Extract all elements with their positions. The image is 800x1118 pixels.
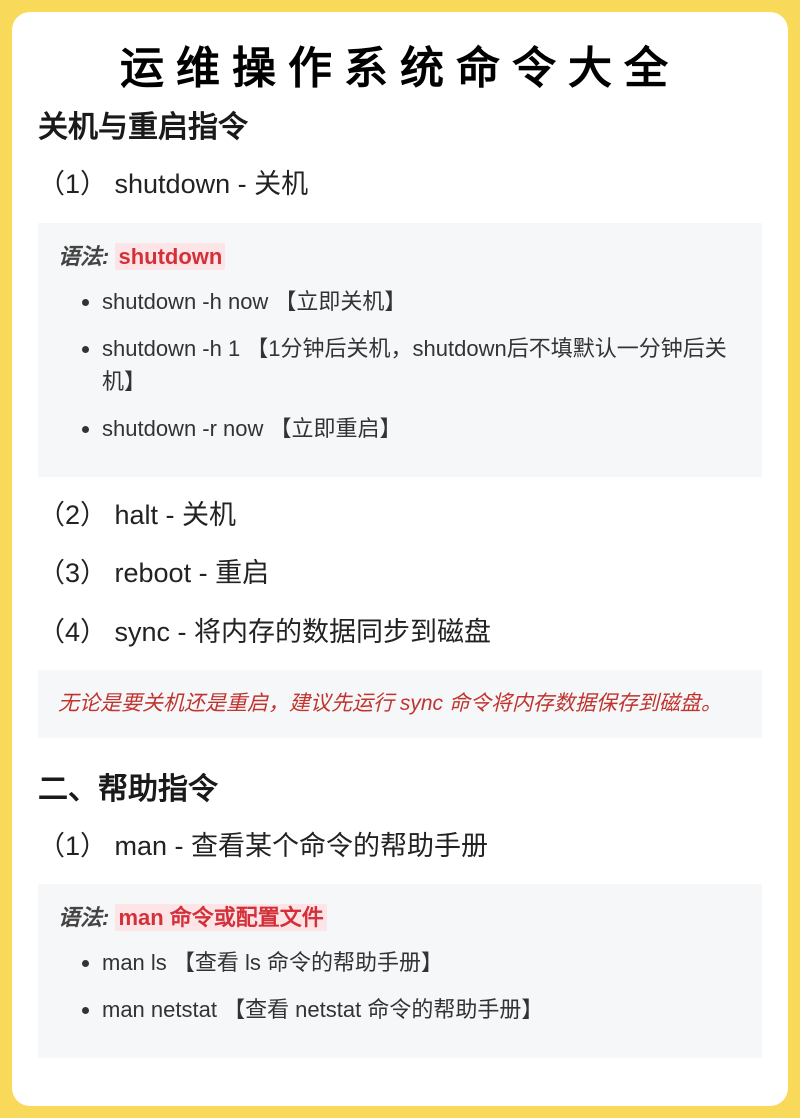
- page-title: 运维操作系统命令大全: [38, 32, 762, 96]
- document-card: 运维操作系统命令大全 关机与重启指令 （1） shutdown - 关机 语法:…: [12, 12, 788, 1106]
- example-item: shutdown -h now 【立即关机】: [102, 285, 742, 318]
- code-block-man: 语法: man 命令或配置文件 man ls 【查看 ls 命令的帮助手册】 m…: [38, 884, 762, 1058]
- syntax-command: man 命令或配置文件: [115, 904, 326, 931]
- section-2-heading: 二、帮助指令: [38, 764, 762, 808]
- cmd-item-man: （1） man - 查看某个命令的帮助手册: [38, 826, 762, 867]
- syntax-label: 语法:: [58, 905, 109, 930]
- example-item: shutdown -h 1 【1分钟后关机，shutdown后不填默认一分钟后关…: [102, 332, 742, 398]
- cmd-item-2: （2） halt - 关机: [38, 495, 762, 536]
- note-block: 无论是要关机还是重启，建议先运行 sync 命令将内存数据保存到磁盘。: [38, 670, 762, 738]
- note-text: 无论是要关机还是重启，建议先运行 sync 命令将内存数据保存到磁盘。: [58, 688, 742, 720]
- example-item: man netstat 【查看 netstat 命令的帮助手册】: [102, 993, 742, 1026]
- syntax-label: 语法:: [58, 244, 109, 269]
- syntax-line: 语法: man 命令或配置文件: [58, 900, 742, 932]
- example-list: shutdown -h now 【立即关机】 shutdown -h 1 【1分…: [58, 285, 742, 445]
- example-item: man ls 【查看 ls 命令的帮助手册】: [102, 946, 742, 979]
- code-block-shutdown: 语法: shutdown shutdown -h now 【立即关机】 shut…: [38, 223, 762, 477]
- cmd-item-3: （3） reboot - 重启: [38, 553, 762, 594]
- example-list: man ls 【查看 ls 命令的帮助手册】 man netstat 【查看 n…: [58, 946, 742, 1026]
- syntax-line: 语法: shutdown: [58, 239, 742, 271]
- example-item: shutdown -r now 【立即重启】: [102, 412, 742, 445]
- cmd-item-4: （4） sync - 将内存的数据同步到磁盘: [38, 612, 762, 653]
- syntax-command: shutdown: [115, 243, 225, 270]
- cmd-item-1: （1） shutdown - 关机: [38, 164, 762, 205]
- section-1-heading: 关机与重启指令: [38, 102, 762, 146]
